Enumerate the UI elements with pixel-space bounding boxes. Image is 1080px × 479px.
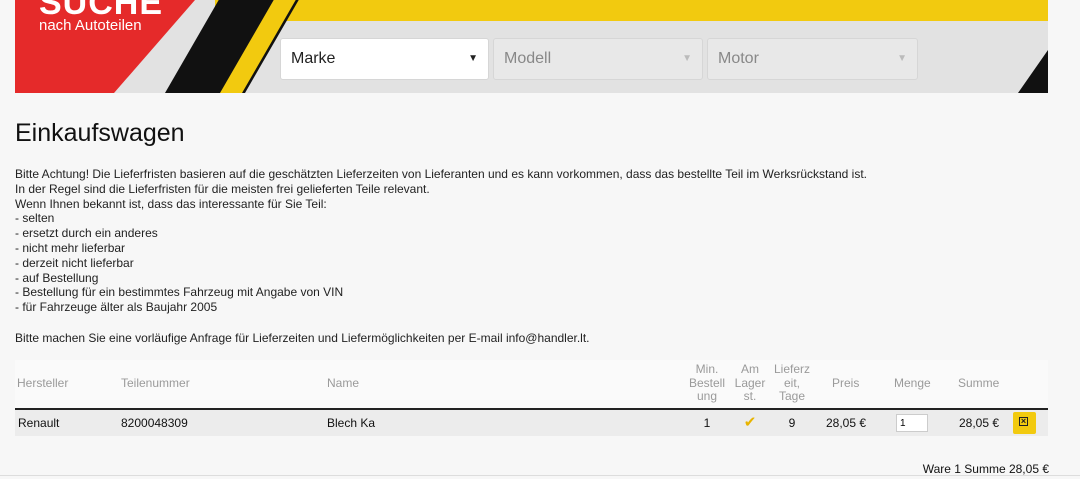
- model-select[interactable]: Modell ▼: [493, 38, 703, 80]
- cart-total: Ware 1 Summe 28,05 €: [922, 462, 1049, 476]
- col-min-order: Min. Bestell ung: [688, 362, 726, 403]
- chevron-down-icon: ▼: [897, 53, 907, 64]
- row-price: 28,05 €: [826, 416, 867, 430]
- row-name: Blech Ka: [327, 416, 376, 430]
- header-yellow-bar: [215, 0, 1048, 21]
- brand-select-value: Marke: [291, 50, 336, 67]
- remove-item-button[interactable]: ×: [1013, 412, 1036, 434]
- logo-subtitle: nach Autoteilen: [39, 17, 142, 34]
- brand-select[interactable]: Marke ▼: [280, 38, 489, 80]
- row-manufacturer: Renault: [18, 416, 60, 430]
- notice-line: Bitte Achtung! Die Lieferfristen basiere…: [15, 167, 868, 181]
- notice-line: - für Fahrzeuge älter als Baujahr 2005: [15, 300, 218, 315]
- col-sum: Summe: [958, 376, 1000, 390]
- cart-table-header: Hersteller Teilenummer Name Min. Bestell…: [15, 360, 1048, 410]
- notice-line: - Bestellung für ein bestimmtes Fahrzeug…: [15, 285, 344, 300]
- contact-notice: Bitte machen Sie eine vorläufige Anfrage…: [15, 331, 590, 345]
- chevron-down-icon: ▼: [682, 53, 692, 64]
- col-quantity: Menge: [894, 376, 931, 390]
- col-name: Name: [327, 376, 360, 390]
- col-in-stock: Am Lager st.: [734, 362, 766, 403]
- notice-line: - ersetzt durch ein anderes: [15, 226, 158, 241]
- delivery-notice: Bitte Achtung! Die Lieferfristen basiere…: [15, 167, 1015, 315]
- col-part-number: Teilenummer: [121, 376, 190, 390]
- check-icon: ✔: [743, 414, 757, 431]
- close-icon: ×: [1019, 416, 1028, 426]
- row-sum: 28,05 €: [959, 416, 1000, 430]
- engine-select-value: Motor: [718, 50, 759, 67]
- table-row: Renault 8200048309 Blech Ka 1 ✔ 9 28,05 …: [15, 410, 1048, 436]
- site-header: SUCHE nach Autoteilen Marke ▼ Modell ▼ M…: [15, 0, 1048, 93]
- notice-line: - auf Bestellung: [15, 270, 99, 285]
- notice-line: - derzeit nicht lieferbar: [15, 255, 134, 270]
- header-corner-decoration: [1018, 50, 1048, 93]
- row-part-number: 8200048309: [121, 416, 188, 430]
- chevron-down-icon: ▼: [468, 53, 478, 64]
- quantity-input[interactable]: [896, 414, 928, 432]
- notice-line: - selten: [15, 211, 55, 226]
- page-title: Einkaufswagen: [15, 119, 185, 147]
- row-delivery-days: 9: [788, 416, 796, 430]
- row-min-order: 1: [703, 416, 711, 430]
- col-manufacturer: Hersteller: [17, 376, 69, 390]
- model-select-value: Modell: [504, 50, 552, 67]
- engine-select[interactable]: Motor ▼: [707, 38, 918, 80]
- col-delivery-days: Lieferz eit, Tage: [773, 362, 811, 403]
- notice-line: - nicht mehr lieferbar: [15, 240, 126, 255]
- notice-line: In der Regel sind die Lieferfristen für …: [15, 181, 430, 196]
- col-price: Preis: [832, 376, 860, 390]
- notice-line: Wenn Ihnen bekannt ist, dass das interes…: [15, 196, 327, 211]
- divider: [0, 475, 1080, 476]
